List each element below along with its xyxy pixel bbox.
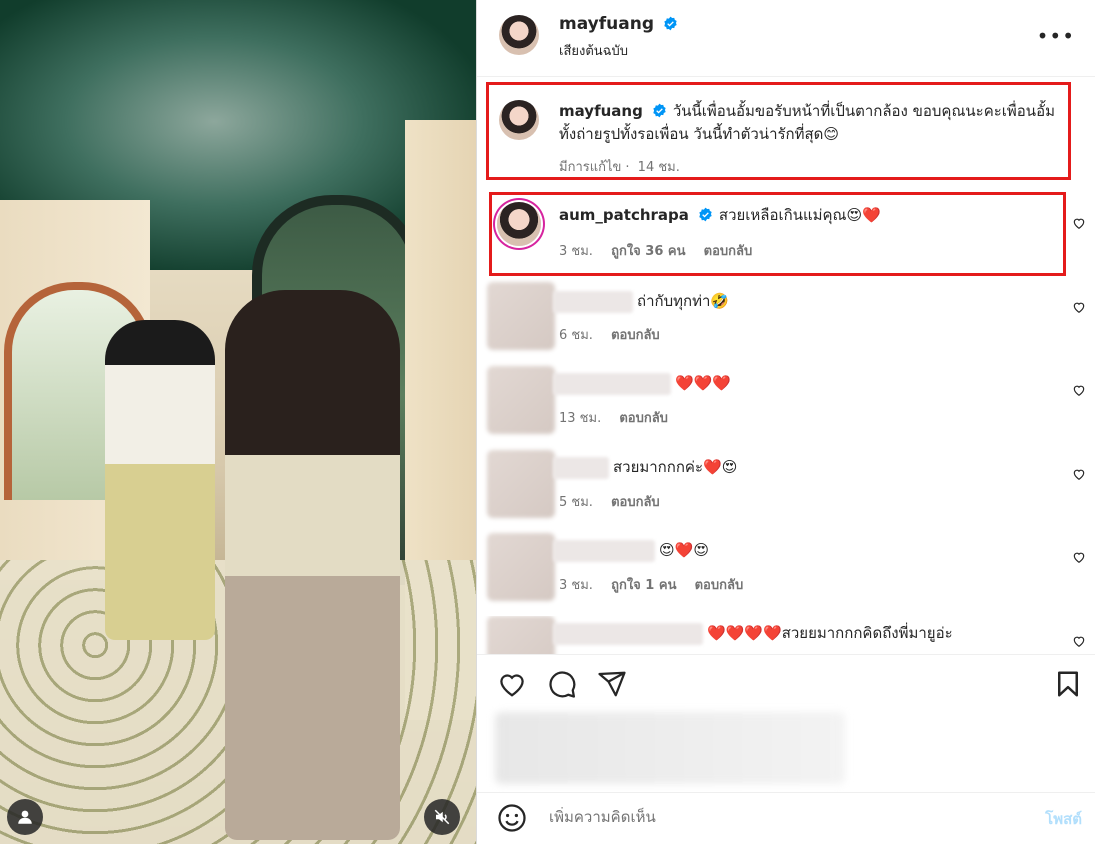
comment-text-block: aum_patchrapa สวยเหลือเกินแม่คุณ😍❤️ — [559, 204, 1059, 227]
verified-badge-icon — [664, 16, 677, 31]
audio-label[interactable]: เสียงต้นฉบับ — [559, 40, 628, 61]
comment-avatar-blurred[interactable] — [487, 450, 555, 518]
comment-avatar[interactable] — [497, 202, 541, 246]
comment-likes[interactable]: ถูกใจ 1 คน — [611, 578, 676, 593]
comment-meta: 3 ชม. ถูกใจ 1 คน ตอบกลับ — [559, 574, 757, 595]
like-comment-heart-icon[interactable] — [1072, 383, 1086, 397]
comment-username-blurred[interactable] — [553, 622, 703, 645]
comment-text-block: ❤️❤️❤️ — [553, 372, 1053, 395]
author-username-row[interactable]: mayfuang — [559, 14, 678, 34]
like-comment-heart-icon[interactable] — [1072, 467, 1086, 481]
comment-username-blurred[interactable] — [553, 539, 655, 562]
comment-text-block: ถ่ากับทุกท่า🤣 — [553, 290, 1053, 313]
comment-meta: 6 ชม. ตอบกลับ — [559, 324, 674, 345]
more-options-button[interactable]: ••• — [1037, 24, 1075, 48]
verified-badge-icon — [653, 103, 666, 118]
post-video[interactable] — [0, 0, 476, 844]
comment-time[interactable]: 13 ชม. — [559, 411, 601, 426]
comment-username-blurred[interactable] — [553, 456, 609, 479]
reply-button[interactable]: ตอบกลับ — [611, 328, 660, 343]
share-icon[interactable] — [597, 669, 627, 699]
comment-username[interactable]: aum_patchrapa — [559, 206, 689, 224]
comment-time[interactable]: 3 ชม. — [559, 578, 593, 593]
caption-avatar[interactable] — [499, 100, 539, 140]
comment-avatar-blurred[interactable] — [487, 616, 555, 654]
reply-button[interactable]: ตอบกลับ — [695, 578, 744, 593]
like-comment-heart-icon[interactable] — [1072, 300, 1086, 314]
comment-input[interactable] — [547, 807, 991, 827]
verified-badge-icon — [699, 207, 712, 222]
caption-username[interactable]: mayfuang — [559, 102, 643, 120]
caption-text-block: mayfuang วันนี้เพื่อนอั้มขอรับหน้าที่เป็น… — [559, 100, 1059, 146]
instagram-post-view: mayfuang เสียงต้นฉบับ ••• mayfuang วันนี้… — [0, 0, 1095, 844]
comment-text: 😍❤️😍 — [659, 541, 709, 559]
comment-time[interactable]: 3 ชม. — [559, 244, 593, 259]
comment-text-block: สวยมากกกค่ะ❤️😍 — [553, 456, 1053, 479]
post-header: mayfuang เสียงต้นฉบับ ••• — [477, 0, 1095, 77]
comment-meta: 5 ชม. ตอบกลับ — [559, 491, 674, 512]
comment-text: ถ่ากับทุกท่า🤣 — [637, 292, 730, 310]
author-avatar[interactable] — [499, 15, 539, 55]
comment-text: ❤️❤️❤️❤️สวยยมากกกคิดถึงพี่มายูอ่ะ — [707, 624, 953, 642]
post-sidebar: mayfuang เสียงต้นฉบับ ••• mayfuang วันนี้… — [476, 0, 1095, 844]
muted-audio-icon — [434, 809, 450, 825]
video-subject-model — [105, 320, 215, 640]
emoji-icon[interactable] — [497, 803, 527, 833]
comment-likes[interactable]: ถูกใจ 36 คน — [611, 244, 685, 259]
user-tag-button[interactable] — [7, 799, 43, 835]
post-actions-bar — [477, 654, 1095, 715]
like-comment-heart-icon[interactable] — [1072, 216, 1086, 230]
user-tag-icon — [18, 810, 32, 824]
caption-time[interactable]: 14 ชม. — [638, 160, 680, 175]
comment-icon[interactable] — [547, 669, 577, 699]
reply-button[interactable]: ตอบกลับ — [704, 244, 753, 259]
video-subject-photographer — [225, 290, 400, 840]
author-username[interactable]: mayfuang — [559, 14, 654, 34]
comment-avatar-blurred[interactable] — [487, 282, 555, 350]
caption-meta: มีการแก้ไข · 14 ชม. — [559, 160, 680, 175]
bookmark-icon[interactable] — [1053, 669, 1083, 699]
comment-avatar-blurred[interactable] — [487, 533, 555, 601]
comment-text-block: 😍❤️😍 — [553, 539, 1053, 562]
comment-time[interactable]: 5 ชม. — [559, 495, 593, 510]
likes-summary-blurred — [495, 712, 845, 784]
comment-text: สวยมากกกค่ะ❤️😍 — [613, 458, 738, 476]
comment-text-block: ❤️❤️❤️❤️สวยยมากกกคิดถึงพี่มายูอ่ะ — [553, 622, 1053, 645]
comment-username-blurred[interactable] — [553, 372, 671, 395]
heart-icon[interactable] — [497, 669, 527, 699]
like-comment-heart-icon[interactable] — [1072, 550, 1086, 564]
comment-text: ❤️❤️❤️ — [675, 374, 732, 392]
like-comment-heart-icon[interactable] — [1072, 634, 1086, 648]
comment-avatar-blurred[interactable] — [487, 366, 555, 434]
caption-edited: มีการแก้ไข — [559, 160, 622, 175]
comment-username-blurred[interactable] — [553, 290, 633, 313]
comment-meta: 13 ชม. ตอบกลับ — [559, 407, 682, 428]
comment-meta: 3 ชม. ถูกใจ 36 คน ตอบกลับ — [559, 240, 766, 261]
reply-button[interactable]: ตอบกลับ — [611, 495, 660, 510]
add-comment-bar: โพสต์ — [477, 792, 1095, 845]
comment-time[interactable]: 6 ชม. — [559, 328, 593, 343]
post-comment-button[interactable]: โพสต์ — [1045, 807, 1082, 831]
reply-button[interactable]: ตอบกลับ — [619, 411, 668, 426]
comment-item: ❤️❤️❤️❤️สวยยมากกกคิดถึงพี่มายูอ่ะ — [477, 616, 1095, 654]
mute-button[interactable] — [424, 799, 460, 835]
comment-text: สวยเหลือเกินแม่คุณ😍❤️ — [718, 206, 881, 224]
